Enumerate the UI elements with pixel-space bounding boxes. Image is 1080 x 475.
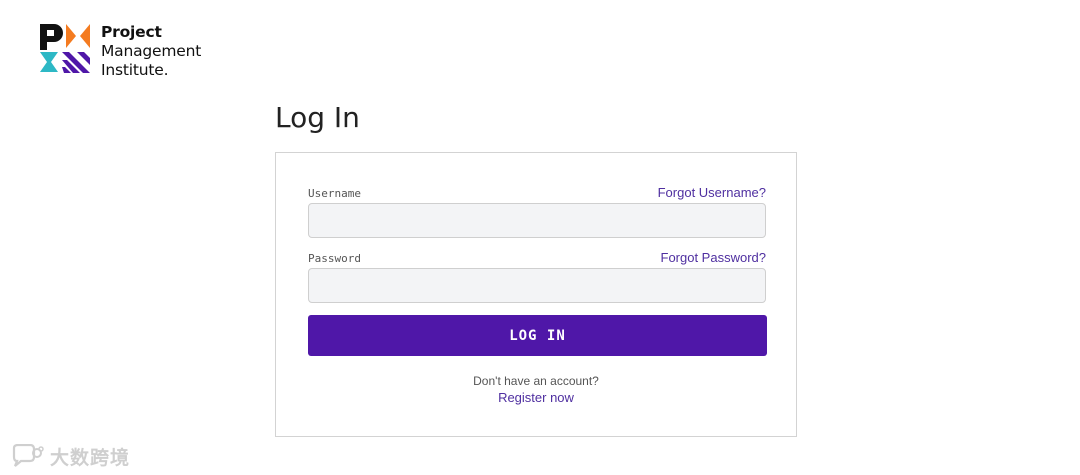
forgot-username-link[interactable]: Forgot Username? [658, 185, 766, 200]
login-button[interactable]: LOG IN [308, 315, 767, 356]
register-link[interactable]: Register now [276, 390, 796, 405]
username-row: Username Forgot Username? [308, 185, 766, 201]
pmi-logo-wordmark: Project Management Institute. [101, 23, 201, 80]
logo-line-management: Management [101, 42, 202, 60]
chat-bubble-icon [12, 444, 44, 467]
pmi-logo[interactable]: Project Management Institute. [38, 22, 228, 80]
username-input[interactable] [308, 203, 766, 238]
page-title: Log In [275, 101, 360, 134]
logo-line-institute: Institute. [101, 61, 169, 79]
password-input[interactable] [308, 268, 766, 303]
forgot-password-link[interactable]: Forgot Password? [661, 250, 767, 265]
pmi-logo-icon [40, 24, 90, 73]
watermark-text: 大数跨境 [50, 446, 131, 469]
username-label: Username [308, 187, 361, 200]
logo-line-project: Project [101, 23, 162, 41]
login-card: Username Forgot Username? Password Forgo… [275, 152, 797, 437]
no-account-text: Don't have an account? [473, 374, 599, 388]
password-label: Password [308, 252, 361, 265]
watermark: 大数跨境 [10, 443, 130, 469]
password-row: Password Forgot Password? [308, 250, 766, 266]
